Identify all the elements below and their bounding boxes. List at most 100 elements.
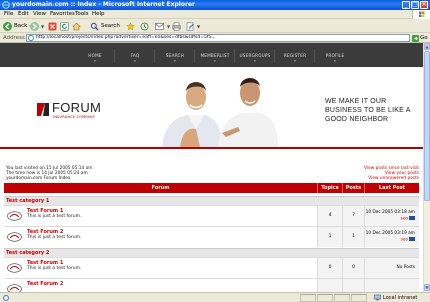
nav-usergroups[interactable]: USERGROUPS ▼ [236, 43, 274, 67]
edit-button[interactable]: ▼ [186, 21, 200, 31]
menu-tools[interactable]: Tools [75, 11, 89, 17]
nav-memberlist-label: MEMBERLIST [200, 53, 230, 58]
scrollbar-thumb[interactable] [424, 51, 430, 201]
nav-marker-icon: ▼ [253, 59, 257, 63]
back-arrow-icon [3, 21, 12, 31]
category-title[interactable]: Test category 2 [6, 250, 49, 256]
last-post-date: 10 Dec 2005 03:19 am [365, 231, 415, 236]
goto-post-icon[interactable] [409, 215, 415, 220]
banner-slogan: WE MAKE IT OUR BUSINESS TO BE LIKE A GOO… [325, 97, 420, 124]
forum-title-link[interactable]: Test Forum 2 [27, 281, 63, 287]
minimize-button[interactable]: _ [402, 1, 410, 9]
nav-search-label: SEARCH [165, 53, 185, 58]
link-unanswered-posts[interactable]: View unanswered posts [364, 176, 419, 181]
menu-file[interactable]: File [4, 11, 13, 17]
forward-button[interactable]: ▼ [30, 21, 44, 31]
page-icon [28, 35, 34, 41]
forum-last-post [364, 279, 419, 292]
banner-divider [0, 147, 423, 149]
chevron-down-icon[interactable]: ▼ [41, 24, 44, 29]
vertical-scrollbar[interactable]: ▲ ▼ [423, 43, 430, 292]
go-label: Go [420, 35, 428, 41]
forum-table-header: Forum Topics Posts Last Post [4, 183, 419, 193]
refresh-button[interactable] [60, 21, 69, 31]
go-button[interactable]: Go [412, 34, 428, 42]
category-row: Test category 2 [4, 248, 419, 257]
nav-home-label: HOME [88, 53, 102, 58]
search-label: Search [101, 23, 120, 29]
nav-marker-icon: ▼ [93, 59, 97, 63]
forum-status-icon [4, 279, 24, 292]
chevron-down-icon[interactable]: ▼ [197, 24, 200, 29]
status-segment [351, 294, 367, 302]
forum-topics-count [317, 279, 342, 292]
forum-posts-count: 0 [342, 258, 364, 278]
nav-divider [194, 49, 195, 63]
forum-last-post: 10 Dec 2005 03:18 am seo [364, 206, 419, 226]
search-button[interactable]: Search [90, 21, 120, 31]
star-icon [126, 21, 135, 30]
favorites-button[interactable] [126, 21, 135, 31]
last-post-date: No Posts [396, 265, 415, 270]
menu-favorites[interactable]: Favorites [50, 11, 75, 17]
nav-memberlist[interactable]: MEMBERLIST ▼ [196, 43, 234, 67]
forum-index-link[interactable]: yourdomain.com Forum Index [6, 176, 92, 181]
scroll-up-arrow-icon[interactable]: ▲ [424, 43, 430, 50]
maximize-button[interactable]: □ [411, 1, 419, 9]
close-button[interactable]: × [420, 1, 428, 9]
menu-edit[interactable]: Edit [18, 11, 29, 17]
back-label: Back [14, 23, 28, 29]
window-title-bar[interactable]: yourdomain.com :: Index - Microsoft Inte… [0, 0, 430, 10]
address-label: Address [3, 35, 25, 41]
mail-icon [155, 22, 164, 30]
address-bar: Address http://localhost/projects/index.… [0, 33, 430, 43]
windows-logo-icon [412, 10, 430, 19]
menu-view[interactable]: View [33, 11, 46, 17]
forum-posts-count: 1 [342, 227, 364, 247]
back-button[interactable]: Back ▼ [3, 21, 32, 31]
nav-search[interactable]: SEARCH ▼ [156, 43, 194, 67]
nav-marker-icon: ▼ [213, 59, 217, 63]
address-input[interactable]: http://localhost/projects/index.php?adve… [26, 34, 410, 42]
logo-name: FORUM [52, 100, 102, 115]
forum-row: Test Forum 2 This is just a test forum. … [4, 226, 419, 247]
last-post-author-link[interactable]: seo [400, 237, 408, 242]
toolbar: Back ▼ ▼ Search ▼ ▼ [0, 19, 430, 33]
refresh-icon [60, 21, 69, 31]
site-logo[interactable]: FORUM INSURANCE COMPANY [36, 99, 116, 121]
forum-status-icon [4, 258, 24, 278]
slogan-line: GOOD NEIGHBOR [325, 116, 389, 123]
last-post-author-link[interactable]: seo [400, 216, 408, 221]
forum-description: This is just a test forum. [27, 214, 82, 219]
stop-button[interactable] [48, 21, 57, 31]
nav-faq[interactable]: FAQ ▼ [116, 43, 154, 67]
nav-marker-icon: ▼ [173, 59, 177, 63]
nav-marker-icon: ▼ [133, 59, 137, 63]
forum-status-icon [4, 227, 24, 247]
goto-post-icon[interactable] [409, 236, 415, 241]
page-viewport[interactable]: HOME ▼ FAQ ▼ SEARCH ▼ MEMBERLIST ▼ USERGROUP… [0, 43, 423, 292]
category-title[interactable]: Test category 1 [6, 198, 49, 204]
go-arrow-icon [412, 34, 419, 42]
history-icon [140, 22, 149, 30]
status-segment [300, 294, 316, 302]
forum-row: Test Forum 2 [4, 278, 419, 292]
mail-button[interactable]: ▼ [155, 21, 170, 31]
slogan-line: BUSINESS TO BE LIKE A [325, 107, 411, 114]
slogan-line: WE MAKE IT OUR [325, 98, 387, 105]
print-button[interactable] [172, 21, 181, 31]
nav-register[interactable]: REGISTER ▼ [276, 43, 314, 67]
forum-status-icon [4, 206, 24, 226]
nav-home[interactable]: HOME ▼ [76, 43, 114, 67]
nav-register-label: REGISTER [283, 53, 307, 58]
chevron-down-icon[interactable]: ▼ [167, 24, 170, 29]
edit-page-icon [186, 22, 194, 30]
nav-profile[interactable]: PROFILE ▼ [316, 43, 354, 67]
history-button[interactable] [140, 21, 149, 31]
search-icon [90, 22, 99, 30]
nav-divider [274, 49, 275, 63]
internet-explorer-icon [2, 1, 10, 9]
menu-help[interactable]: Help [92, 11, 105, 17]
home-button[interactable] [72, 21, 81, 31]
scroll-down-arrow-icon[interactable]: ▼ [424, 284, 430, 291]
